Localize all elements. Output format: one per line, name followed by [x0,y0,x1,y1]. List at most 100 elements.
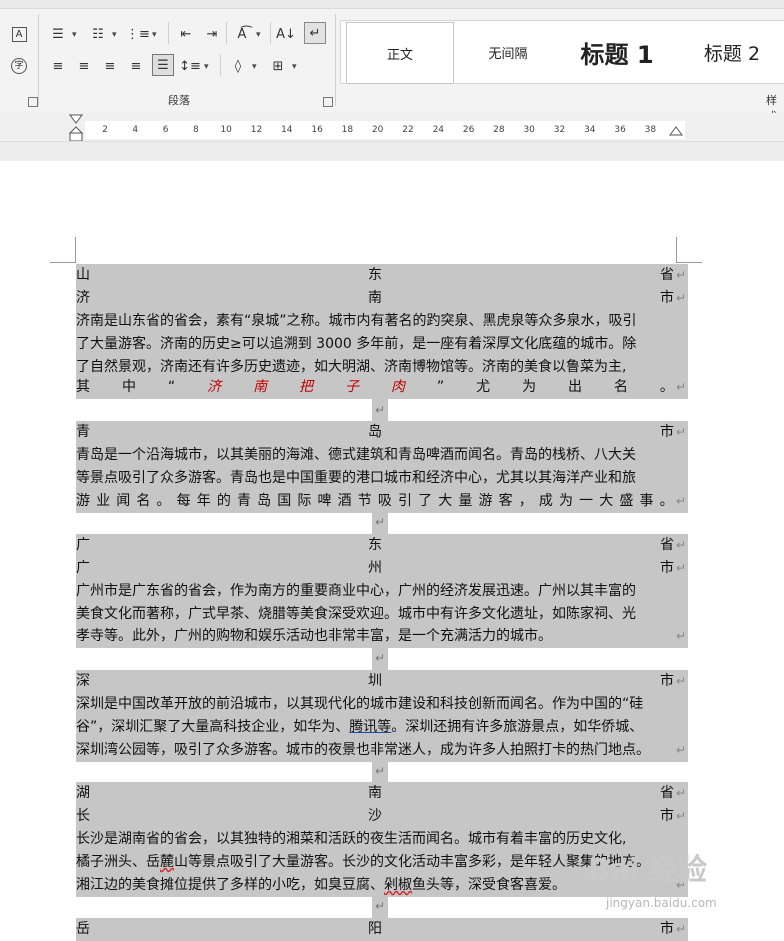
char: 青 [76,424,90,440]
right-indent-marker-icon[interactable] [668,125,684,139]
heading-city: 深 圳 市 ↵ [76,670,688,693]
char-red: 南 [253,379,268,395]
char: 南 [368,290,382,306]
body-line: 深圳是中国改革开放的前沿城市，以其现代化的城市建设和科技创新而闻名。作为中国的“… [76,693,688,716]
heading-city: 广 州 市 ↵ [76,557,688,580]
numbered-list-icon[interactable]: ☷ [88,24,108,44]
ruler-tick-label: 16 [311,125,323,135]
text-box-icon[interactable]: A [9,24,29,44]
chevron-down-icon[interactable]: ▾ [252,62,257,72]
char: 盛 [619,493,634,509]
ruler-tick-label: 36 [614,125,626,135]
justify-icon[interactable]: ≡ [126,56,146,76]
show-marks-icon[interactable]: ↵ [304,22,326,44]
char: 圳 [368,673,382,689]
char: 省 [660,267,674,283]
char: 名 [136,493,151,509]
char: 名 [613,379,628,395]
text-run: 美食文化而著称，广式早茶、烧腊等美食深受欢迎。城市中有许多文化遗址，如陈家祠、光 [76,606,636,622]
char: 游 [478,493,493,509]
char: 事 [639,493,654,509]
char: ” [436,379,445,395]
align-center-icon[interactable]: ≡ [74,56,94,76]
style-normal[interactable]: 正文 [346,22,454,84]
char: 沙 [368,808,382,824]
char: 国 [277,493,292,509]
char: 南 [368,785,382,801]
ruler-area: 2 4 6 8 10 12 14 16 18 20 22 24 26 28 30 32 34 36 38 [0,113,784,162]
chevron-down-icon[interactable]: ▾ [152,30,157,40]
paragraph-mark-icon: ↵ [675,268,686,282]
char: 其 [76,379,90,395]
align-left-icon[interactable]: ≡ [48,56,68,76]
dialog-launcher-icon[interactable] [28,97,38,107]
shading-icon[interactable]: ◊ [228,56,248,76]
heading-city: 济 南 市 ↵ [76,287,688,310]
char: 岳 [76,921,90,937]
distributed-align-icon[interactable]: ☰ [152,54,174,76]
chevron-down-icon[interactable]: ▾ [72,30,77,40]
divider [168,22,169,44]
char: 一 [579,493,594,509]
character-circle-icon[interactable]: 字 [9,56,29,76]
increase-indent-icon[interactable]: ⇥ [202,24,222,44]
chevron-down-icon[interactable]: ▾ [292,62,297,72]
sort-icon[interactable]: A↓ [276,24,296,44]
paragraph-mark-icon: ↵ [675,494,686,508]
align-right-icon[interactable]: ≡ [100,56,120,76]
bullet-list-icon[interactable]: ☰ [48,24,68,44]
decrease-indent-icon[interactable]: ⇤ [176,24,196,44]
char: 年 [196,493,211,509]
style-heading-2-label: 标题 2 [703,42,761,65]
ribbon: A 字 ☰ ▾ ☷ ▾ ⋮≡ ▾ ⇤ ⇥ A͡ ▾ A↓ ↵ ≡ ≡ ≡ ≡ ☰… [0,0,784,123]
divider [335,14,336,106]
char: 量 [458,493,473,509]
char: 闻 [116,493,131,509]
text-run: 广州市是广东省的省会，作为南方的重要商业中心，广州的经济发展迅速。广州以其丰富的 [76,583,636,599]
style-heading-2[interactable]: 标题 2 [680,22,784,82]
watermark-logo: Bai 经验 [588,853,707,888]
crop-mark [50,262,76,263]
ruler-gap [0,141,784,162]
borders-icon[interactable]: ⊞ [268,56,288,76]
empty-paragraph-mark-icon: ↵ [372,399,388,422]
ruler-tick-label: 18 [341,125,354,135]
text-run: 青岛是一个沿海城市，以其美丽的海滩、德式建筑和青岛啤酒而闻名。青岛的栈桥、八大关 [76,447,636,463]
style-no-spacing[interactable]: 无间隔 [460,22,556,82]
ruler-tick-label: 24 [432,125,445,135]
char: 岛 [257,493,272,509]
paragraph-mark-icon: ↵ [675,922,686,936]
ruler-tick-label: 14 [281,125,293,135]
paragraph-dialog-launcher-icon[interactable] [323,97,333,107]
char: 阳 [368,921,382,937]
chevron-down-icon[interactable]: ▾ [204,62,209,72]
text-run: 了自然景观，济南还有许多历史遗迹，如大明湖、济南博物馆等。济南的美食以鲁菜为主, [76,359,627,375]
indent-marker-icon[interactable] [68,113,84,143]
paragraph-mark-icon: ↵ [675,743,686,757]
char-red: 把 [299,379,314,395]
heading-city: 岳 阳 市 ↵ [76,918,688,941]
ruler-tick-label: 30 [523,125,535,135]
char: 深 [76,673,90,689]
asian-layout-icon[interactable]: A͡ [232,24,252,44]
horizontal-ruler[interactable]: 2 4 6 8 10 12 14 16 18 20 22 24 26 28 30 32 34 36 38 [85,121,685,139]
body-line: 孝寺等。此外，广州的购物和娱乐活动也非常丰富，是一个充满活力的城市。 ↵ [76,625,688,648]
empty-paragraph-mark-icon: ↵ [372,895,388,918]
line-spacing-icon[interactable]: ↕≡ [179,56,201,76]
char: 省 [660,785,674,801]
char: 州 [368,560,382,576]
char-red: 子 [344,379,359,395]
ribbon-tab-strip [0,0,784,9]
ruler-tick-label: 26 [462,125,475,135]
style-normal-label: 正文 [386,47,413,63]
multilevel-list-icon[interactable]: ⋮≡ [126,24,150,44]
char: 省 [660,537,674,553]
paragraph-mark-icon: ↵ [675,380,686,394]
chevron-down-icon[interactable]: ▾ [112,30,117,40]
style-heading-1[interactable]: 标题 1 [562,22,672,82]
char: 市 [660,424,674,440]
chevron-down-icon[interactable]: ▾ [256,30,261,40]
underlined-text: 腾讯等 [349,719,392,735]
paragraph-mark-icon: ↵ [675,561,686,575]
divider [270,22,271,44]
